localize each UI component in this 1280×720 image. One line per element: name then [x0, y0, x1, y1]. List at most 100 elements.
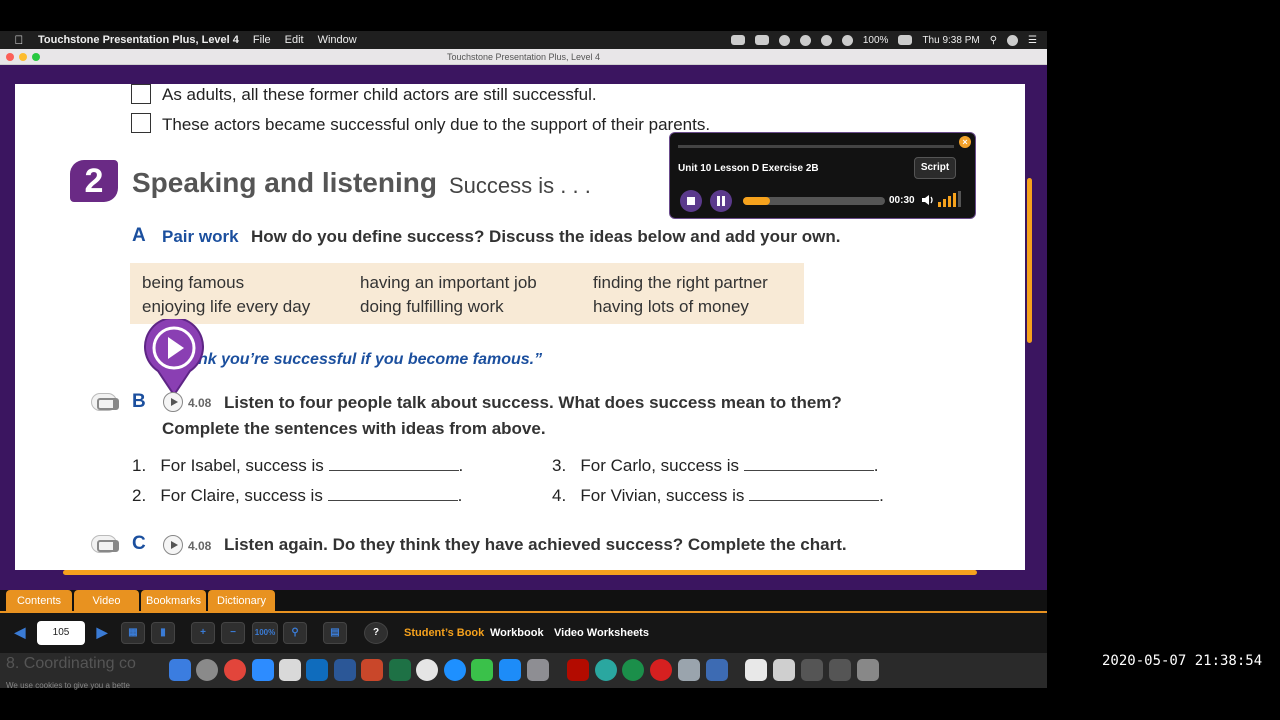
menu-window[interactable]: Window — [318, 34, 357, 46]
launchpad-icon[interactable] — [196, 659, 218, 681]
answer-blank[interactable] — [743, 457, 874, 471]
close-window-icon[interactable] — [6, 53, 14, 61]
sentence-number: 4. — [552, 486, 567, 505]
bookmark-icon[interactable]: ▮ — [151, 622, 175, 644]
section-subtitle: Success is . . . — [449, 173, 591, 198]
pause-button[interactable] — [710, 190, 732, 212]
video-play-pin-icon[interactable] — [144, 319, 204, 397]
checkbox-label: These actors became successful only due … — [162, 115, 711, 134]
preview-icon[interactable] — [678, 659, 700, 681]
track-number: 4.08 — [188, 539, 212, 553]
tab-bookmarks[interactable]: Bookmarks — [141, 590, 206, 612]
answer-blank[interactable] — [328, 457, 459, 471]
toolbox-icon[interactable]: ▤ — [323, 622, 347, 644]
siri-icon[interactable] — [1007, 34, 1019, 46]
notification-center-icon[interactable]: ☰ — [1028, 35, 1037, 46]
nav-video-worksheets[interactable]: Video Worksheets — [554, 627, 649, 639]
nav-students-book[interactable]: Student’s Book — [404, 627, 484, 639]
tab-dictionary[interactable]: Dictionary — [208, 590, 275, 612]
safari-icon[interactable] — [444, 659, 466, 681]
sentence-number: 2. — [132, 486, 147, 505]
time-machine-icon[interactable] — [820, 34, 832, 46]
presentation-app-icon[interactable] — [706, 659, 728, 681]
menu-file[interactable]: File — [253, 34, 271, 46]
webex-icon[interactable] — [595, 659, 617, 681]
volume-icon[interactable] — [921, 193, 935, 207]
tab-video[interactable]: Video — [74, 590, 139, 612]
battery-icon[interactable] — [898, 35, 913, 45]
next-page-icon[interactable]: ▶ — [90, 622, 114, 644]
tab-contents[interactable]: Contents — [6, 590, 72, 612]
audio-play-icon[interactable] — [163, 392, 183, 412]
zoom-app-icon[interactable] — [252, 659, 274, 681]
mac-dock — [0, 653, 1047, 688]
audio-play-icon[interactable] — [163, 535, 183, 555]
answer-key-icon[interactable] — [91, 535, 119, 553]
player-drag-handle[interactable] — [678, 145, 954, 148]
sentence-text: For Isabel, success is — [160, 456, 324, 475]
part-b-letter: B — [132, 391, 146, 412]
record-icon[interactable] — [650, 659, 672, 681]
vertical-scrollbar[interactable] — [1027, 178, 1032, 343]
nav-workbook[interactable]: Workbook — [490, 627, 544, 639]
menu-edit[interactable]: Edit — [285, 34, 304, 46]
previous-page-icon[interactable]: ◀ — [8, 622, 32, 644]
answer-checkbox[interactable] — [131, 113, 151, 133]
horizontal-scrollbar[interactable] — [63, 570, 977, 575]
help-icon[interactable]: ? — [364, 622, 388, 644]
cloud-icon[interactable] — [754, 35, 769, 45]
window-thumbnail-icon[interactable] — [801, 659, 823, 681]
zoom-in-icon[interactable]: + — [191, 622, 215, 644]
dropbox-icon[interactable] — [799, 34, 811, 46]
zoom-fit-icon[interactable]: ⚲ — [283, 622, 307, 644]
answer-blank[interactable] — [327, 487, 458, 501]
menubar-app-name[interactable]: Touchstone Presentation Plus, Level 4 — [38, 34, 239, 46]
minimize-window-icon[interactable] — [19, 53, 27, 61]
page-number-input[interactable]: 105 — [37, 621, 85, 645]
document-icon[interactable] — [745, 659, 767, 681]
part-b-instruction: Complete the sentences with ideas from a… — [162, 419, 546, 438]
script-button[interactable]: Script — [914, 157, 956, 179]
two-page-view-icon[interactable]: ▦ — [121, 622, 145, 644]
zoom-window-icon[interactable] — [32, 53, 40, 61]
creative-cloud-icon[interactable] — [778, 34, 790, 46]
acrobat-icon[interactable] — [567, 659, 589, 681]
system-preferences-icon[interactable] — [527, 659, 549, 681]
answer-checkbox[interactable] — [131, 84, 151, 104]
playback-progress-bar[interactable] — [743, 197, 885, 205]
player-track-title: Unit 10 Lesson D Exercise 2B — [678, 163, 819, 174]
volume-level-bars[interactable] — [938, 191, 961, 207]
cloud-icon[interactable] — [730, 35, 745, 45]
excel-icon[interactable] — [389, 659, 411, 681]
window-thumbnail-icon[interactable] — [829, 659, 851, 681]
sentence-number: 1. — [132, 456, 147, 475]
app-3-icon[interactable] — [622, 659, 644, 681]
pencil-app-icon[interactable] — [279, 659, 301, 681]
window-thumbnail-icon[interactable] — [773, 659, 795, 681]
answer-blank[interactable] — [749, 487, 880, 501]
powerpoint-icon[interactable] — [361, 659, 383, 681]
apple-icon[interactable]:  — [0, 33, 38, 47]
chrome-icon[interactable] — [224, 659, 246, 681]
trash-icon[interactable] — [857, 659, 879, 681]
zoom-100-button[interactable]: 100% — [252, 622, 278, 644]
background-cookie-text: We use cookies to give you a bette — [6, 681, 130, 690]
finder-icon[interactable] — [169, 659, 191, 681]
window-title: Touchstone Presentation Plus, Level 4 — [446, 52, 601, 62]
stop-button[interactable] — [680, 190, 702, 212]
messages-icon[interactable] — [471, 659, 493, 681]
sketch-app-icon[interactable] — [416, 659, 438, 681]
menubar-clock[interactable]: Thu 9:38 PM — [922, 35, 979, 46]
word-box-item: enjoying life every day — [142, 297, 311, 316]
answer-key-icon[interactable] — [91, 393, 119, 411]
close-icon[interactable]: × — [959, 136, 971, 148]
spotlight-icon[interactable]: ⚲ — [990, 35, 997, 46]
track-number: 4.08 — [188, 396, 212, 410]
word-box-item: being famous — [142, 273, 245, 292]
outlook-icon[interactable] — [306, 659, 328, 681]
word-icon[interactable] — [334, 659, 356, 681]
app-store-icon[interactable] — [499, 659, 521, 681]
wifi-icon[interactable] — [841, 34, 853, 46]
battery-percent[interactable]: 100% — [863, 35, 889, 46]
zoom-out-icon[interactable]: − — [221, 622, 245, 644]
